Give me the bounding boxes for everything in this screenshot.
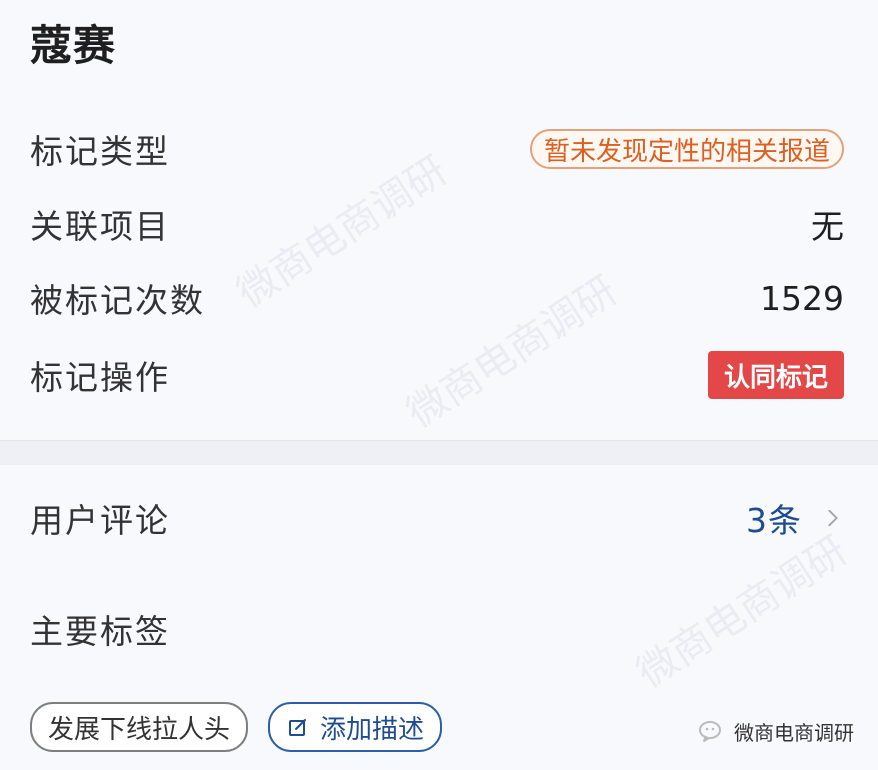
row-label-related-project: 关联项目 bbox=[30, 207, 170, 246]
add-description-label: 添加描述 bbox=[320, 714, 425, 745]
tag-list: 发展下线拉人头 添加描述 bbox=[30, 702, 443, 752]
row-label-mark-action: 标记操作 bbox=[30, 358, 170, 397]
main-tags-row: 主要标签 bbox=[30, 603, 844, 655]
user-comments-row[interactable]: 用户评论 3条 bbox=[30, 492, 844, 544]
edit-icon bbox=[289, 719, 307, 736]
marked-count-value: 1529 bbox=[760, 278, 844, 318]
brand-title: 蔻赛 bbox=[30, 21, 117, 70]
main-tags-label: 主要标签 bbox=[30, 612, 170, 651]
section-divider bbox=[0, 440, 878, 466]
brand-watermark-label: 微商电商调研 bbox=[734, 721, 854, 745]
chevron-right-icon bbox=[828, 509, 838, 527]
wechat-icon bbox=[699, 720, 721, 742]
row-related-project: 关联项目 无 bbox=[30, 198, 844, 250]
agree-mark-button[interactable]: 认同标记 bbox=[707, 351, 844, 399]
brand-info-card: 蔻赛 标记类型 暂未发现定性的相关报道 关联项目 无 被标记次数 1529 标记… bbox=[0, 0, 878, 440]
mark-type-badge: 暂未发现定性的相关报道 bbox=[529, 129, 844, 169]
comments-label: 用户评论 bbox=[30, 501, 170, 540]
row-label-mark-type: 标记类型 bbox=[30, 132, 170, 171]
brand-watermark: 微商电商调研 bbox=[698, 717, 854, 746]
comments-value-wrap: 3条 bbox=[746, 494, 844, 542]
add-description-button[interactable]: 添加描述 bbox=[268, 702, 443, 752]
row-marked-count: 被标记次数 1529 bbox=[30, 272, 844, 324]
row-label-marked-count: 被标记次数 bbox=[30, 281, 205, 320]
row-mark-type: 标记类型 暂未发现定性的相关报道 bbox=[30, 123, 844, 175]
comments-count: 3条 bbox=[746, 501, 802, 540]
row-mark-action: 标记操作 认同标记 bbox=[30, 349, 844, 401]
tag-chip[interactable]: 发展下线拉人头 bbox=[30, 702, 249, 752]
related-project-value: 无 bbox=[811, 207, 844, 246]
